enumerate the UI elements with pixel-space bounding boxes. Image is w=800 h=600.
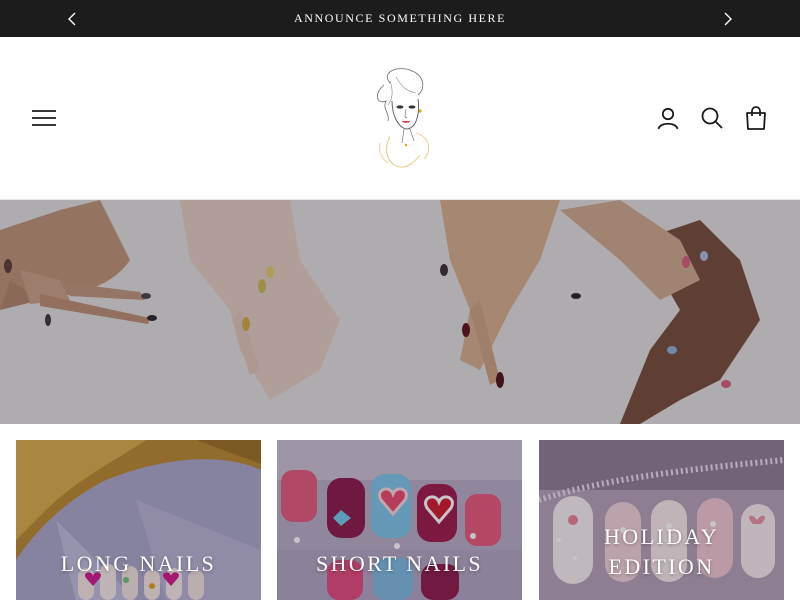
- collection-title: SHORT NAILS: [315, 551, 484, 576]
- woman-portrait-logo[interactable]: [360, 63, 446, 173]
- site-header: [0, 37, 800, 200]
- chevron-right-icon[interactable]: [718, 10, 736, 28]
- collection-card-holiday-edition[interactable]: HOLIDAY EDITION: [539, 440, 784, 600]
- collection-title-line1: HOLIDAY: [604, 524, 719, 549]
- shopping-bag-icon[interactable]: [743, 105, 769, 131]
- collection-title-line2: EDITION: [608, 554, 715, 579]
- hero-overlay: [0, 200, 800, 424]
- announcement-bar: ANNOUNCE SOMETHING HERE: [0, 0, 800, 37]
- collection-title: HOLIDAY EDITION: [539, 522, 784, 582]
- collection-title: LONG NAILS: [60, 551, 217, 576]
- announcement-text: ANNOUNCE SOMETHING HERE: [293, 11, 507, 25]
- account-icon[interactable]: [655, 105, 681, 131]
- collection-card-long-nails[interactable]: LONG NAILS: [16, 440, 261, 600]
- collection-card-short-nails[interactable]: SHORT NAILS: [277, 440, 522, 600]
- hamburger-menu-icon[interactable]: [31, 105, 57, 131]
- hero-banner[interactable]: [0, 200, 800, 424]
- search-icon[interactable]: [699, 105, 725, 131]
- collections-grid: LONG NAILS SHORT NAILS HOLIDAY EDITION: [0, 424, 800, 600]
